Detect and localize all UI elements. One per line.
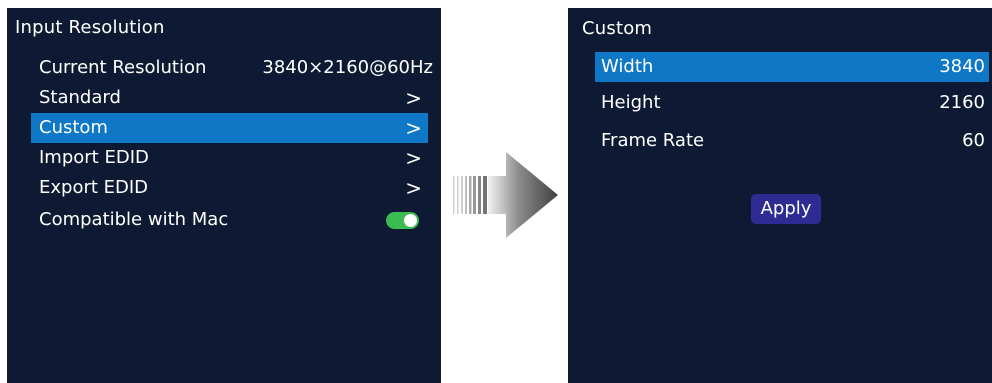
- width-field[interactable]: Width 3840: [595, 52, 989, 82]
- menu-item-label: Standard: [39, 87, 121, 108]
- mac-compat-row[interactable]: Compatible with Mac: [31, 205, 428, 235]
- chevron-right-icon: >: [405, 146, 422, 170]
- menu-item-export-edid[interactable]: Export EDID >: [31, 173, 428, 203]
- chevron-right-icon: >: [405, 176, 422, 200]
- width-value: 3840: [939, 56, 985, 77]
- menu-item-label: Import EDID: [39, 147, 149, 168]
- height-label: Height: [601, 92, 661, 113]
- menu-title: Input Resolution: [15, 17, 165, 38]
- apply-button[interactable]: Apply: [751, 194, 821, 224]
- menu-item-label: Export EDID: [39, 177, 149, 198]
- chevron-right-icon: >: [405, 86, 422, 110]
- menu-item-label: Custom: [39, 117, 108, 138]
- current-resolution-label: Current Resolution: [39, 57, 207, 78]
- menu-item-import-edid[interactable]: Import EDID >: [31, 143, 428, 173]
- height-value: 2160: [939, 92, 985, 113]
- frame-rate-field[interactable]: Frame Rate 60: [595, 126, 989, 156]
- current-resolution-row: Current Resolution 3840×2160@60Hz: [31, 53, 441, 83]
- menu-title: Custom: [582, 18, 653, 39]
- frame-rate-value: 60: [962, 130, 985, 151]
- custom-resolution-menu: Custom Width 3840 Height 2160 Frame Rate…: [568, 8, 992, 383]
- input-resolution-menu: Input Resolution Current Resolution 3840…: [7, 8, 441, 383]
- current-resolution-value: 3840×2160@60Hz: [262, 57, 433, 78]
- menu-item-custom[interactable]: Custom >: [31, 113, 428, 143]
- frame-rate-label: Frame Rate: [601, 130, 705, 151]
- height-field[interactable]: Height 2160: [595, 88, 989, 118]
- menu-item-standard[interactable]: Standard >: [31, 83, 428, 113]
- mac-compat-label: Compatible with Mac: [39, 209, 229, 230]
- width-label: Width: [601, 56, 654, 77]
- toggle-switch-icon[interactable]: [386, 212, 419, 229]
- chevron-right-icon: >: [405, 116, 422, 140]
- toggle-knob: [404, 214, 417, 227]
- right-arrow-icon: [453, 152, 558, 238]
